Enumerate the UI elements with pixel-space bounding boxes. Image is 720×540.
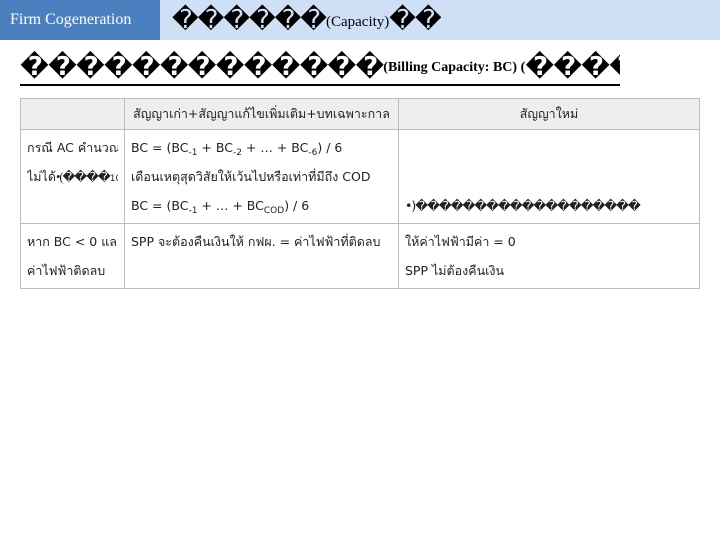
title-tail: �� — [389, 5, 441, 35]
row1-label-line1: กรณี AC คำนวณ — [27, 140, 118, 155]
row1-label-line2: ไม่ได้•(����10) — [27, 162, 118, 191]
subtitle-term: (Billing Capacity: BC) ( — [383, 60, 526, 75]
row1-new-spacer2 — [405, 162, 693, 191]
row1-label-spacer — [27, 191, 118, 220]
row1-old-contract: BC = (BC-1 + BC-2 + … + BC-6) / 6 เดือนเ… — [124, 129, 399, 224]
row1-new-bullet: •)������������������� — [405, 191, 693, 220]
table-row: หาก BC < 0 และ ค่าไฟฟ้าติดลบ SPP จะต้องค… — [20, 223, 700, 289]
subtitle-garbled: ������������� — [20, 52, 384, 82]
title-paren: (Capacity) — [325, 14, 390, 30]
row1-label-prefix: ไม่ได้ — [27, 169, 56, 184]
row2-old-text-content: SPP จะต้องคืนเงินให้ กฟผ. = ค่าไฟฟ้าที่ต… — [131, 234, 381, 249]
formula-1: BC = (BC-1 + BC-2 + … + BC-6) / 6 — [131, 140, 343, 158]
row1-label: กรณี AC คำนวณ ไม่ได้•(����10) — [20, 129, 125, 224]
rule-text: เดือนเหตุสุดวิสัยให้เว้นไปหรือเท่าที่มีถ… — [131, 169, 371, 184]
subtitle-tail: ����) — [525, 52, 620, 82]
row2-label-line2: ค่าไฟฟ้าติดลบ — [27, 263, 106, 278]
row1-label-overlay-small: 10) — [109, 174, 118, 184]
title-garbled: ������ — [172, 5, 327, 35]
table-row: กรณี AC คำนวณ ไม่ได้•(����10) BC = (BC-1… — [20, 129, 700, 224]
row1-label-overlay: •(���� — [55, 170, 111, 184]
header-cell-old-contract: สัญญาเก่า+สัญญาแก้ไขเพิ่มเติม+บทเฉพาะกาล — [124, 98, 399, 130]
row1-new-contract: •)������������������� — [398, 129, 700, 224]
row2-old-text: SPP จะต้องคืนเงินให้ กฟผ. = ค่าไฟฟ้าที่ต… — [131, 227, 392, 256]
row1-new-bullet-text: •)������������������� — [405, 198, 641, 213]
row2-new-line1: ให้ค่าไฟฟ้ามีค่า = 0 — [405, 234, 516, 249]
row2-label: หาก BC < 0 และ ค่าไฟฟ้าติดลบ — [20, 223, 125, 289]
row2-new-line2: SPP ไม่ต้องคืนเงิน — [405, 263, 505, 278]
row1-new-spacer1 — [405, 133, 693, 162]
table-header-row: สัญญาเก่า+สัญญาแก้ไขเพิ่มเติม+บทเฉพาะกาล… — [20, 98, 700, 130]
formula-2: BC = (BC-1 + … + BCCOD) / 6 — [131, 198, 310, 216]
row2-old-contract: SPP จะต้องคืนเงินให้ กฟผ. = ค่าไฟฟ้าที่ต… — [124, 223, 399, 289]
row2-label-line1: หาก BC < 0 และ — [27, 234, 118, 249]
row2-new-contract: ให้ค่าไฟฟ้ามีค่า = 0 SPP ไม่ต้องคืนเงิน — [398, 223, 700, 289]
subtitle: �������������(Billing Capacity: BC) (���… — [20, 50, 620, 86]
header-cell-new-contract: สัญญาใหม่ — [398, 98, 700, 130]
brand-label: Firm Cogeneration — [0, 0, 160, 40]
slide-title: ������(Capacity)�� — [172, 2, 442, 40]
header-cell-empty — [20, 98, 125, 130]
comparison-table: สัญญาเก่า+สัญญาแก้ไขเพิ่มเติม+บทเฉพาะกาล… — [20, 98, 700, 289]
